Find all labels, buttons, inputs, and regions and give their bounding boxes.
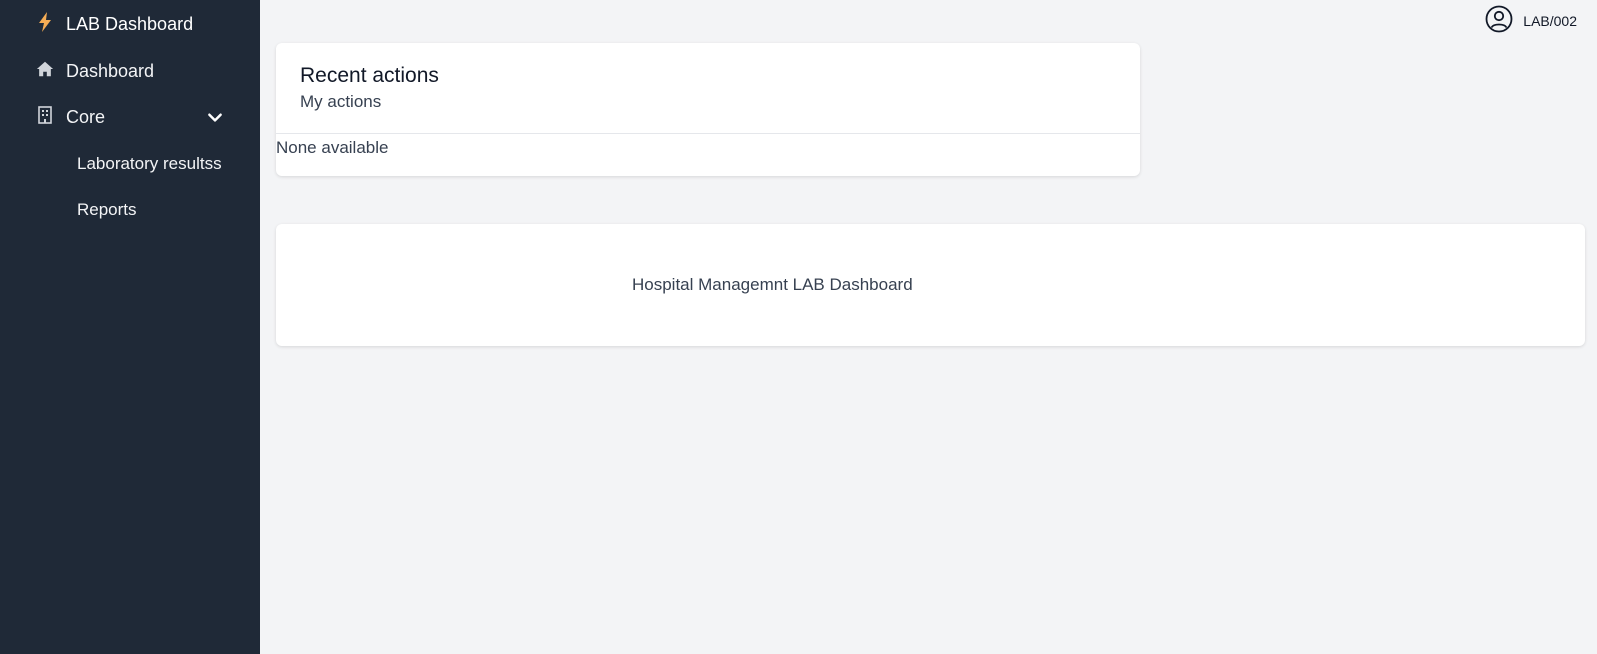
recent-actions-empty-text: None available bbox=[276, 138, 389, 157]
brand-label: LAB Dashboard bbox=[66, 14, 194, 34]
recent-actions-title: Recent actions bbox=[300, 64, 439, 87]
sidebar-item-dashboard[interactable]: Dashboard bbox=[36, 60, 154, 83]
sidebar-item-core[interactable]: Core bbox=[36, 106, 222, 129]
user-label: LAB/002 bbox=[1523, 12, 1577, 29]
footer-card: Hospital Managemnt LAB Dashboard bbox=[276, 224, 1585, 346]
chevron-down-icon[interactable] bbox=[206, 108, 222, 124]
recent-actions-card: Recent actions My actions None available bbox=[276, 43, 1140, 176]
brand[interactable]: LAB Dashboard bbox=[36, 12, 193, 37]
sidebar-subitem-reports[interactable]: Reports bbox=[77, 200, 137, 220]
footer-text: Hospital Managemnt LAB Dashboard bbox=[632, 275, 913, 294]
sidebar-item-label: Core bbox=[66, 107, 106, 127]
sidebar-subitem-laboratory-results[interactable]: Laboratory resultss bbox=[77, 154, 222, 174]
sidebar-item-label: Dashboard bbox=[66, 61, 155, 81]
bolt-icon bbox=[36, 12, 54, 37]
building-icon bbox=[36, 106, 54, 129]
home-icon bbox=[36, 60, 54, 83]
sidebar: LAB Dashboard Dashboard Core Laboratory … bbox=[0, 0, 260, 654]
recent-actions-subtitle: My actions bbox=[300, 92, 382, 111]
user-menu[interactable]: LAB/002 bbox=[1485, 5, 1577, 36]
recent-actions-header: Recent actions My actions bbox=[276, 43, 1140, 134]
user-circle-icon bbox=[1485, 5, 1513, 36]
